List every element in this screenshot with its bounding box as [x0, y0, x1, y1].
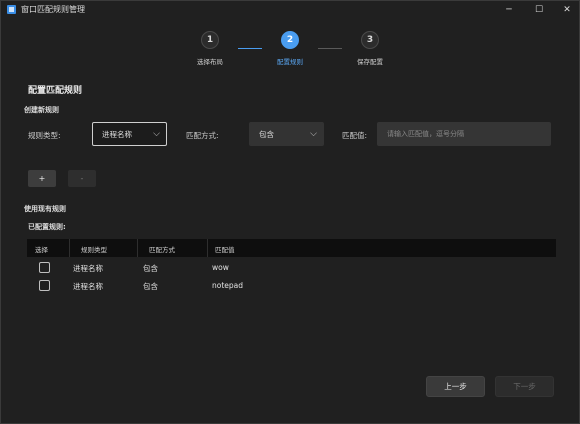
chevron-down-icon: ⌵ — [310, 129, 317, 139]
app-icon — [7, 5, 16, 14]
step-3-indicator: 3 — [361, 31, 379, 49]
match-mode-value: 包含 — [259, 129, 274, 139]
match-mode-select[interactable]: 包含 ⌵ — [249, 122, 324, 146]
column-divider — [207, 239, 208, 257]
column-divider — [137, 239, 138, 257]
column-header-type: 规则类型 — [81, 246, 107, 254]
window-title: 窗口匹配规则管理 — [21, 5, 85, 14]
row-checkbox[interactable] — [39, 262, 50, 273]
configured-rules-heading: 已配置规则: — [28, 223, 66, 231]
app-window: 窗口匹配规则管理 ─ ☐ ✕ 1 2 3 选择布局 配置规则 保存配置 配置匹配… — [0, 0, 580, 424]
table-row[interactable]: 进程名称 包含 wow — [27, 259, 556, 277]
existing-rules-heading: 使用现有规则 — [24, 205, 66, 213]
rule-type-label: 规则类型: — [28, 131, 61, 140]
step-2-indicator: 2 — [281, 31, 299, 49]
cell-rule-type: 进程名称 — [73, 282, 103, 291]
page-title: 配置匹配规则 — [28, 86, 83, 96]
step-2-label: 配置规则 — [277, 58, 303, 66]
step-3-label: 保存配置 — [357, 58, 383, 66]
step-1-indicator: 1 — [201, 31, 219, 49]
rules-table-header: 选择 规则类型 匹配方式 匹配值 — [27, 239, 556, 257]
cell-match-value: wow — [212, 263, 229, 272]
add-rule-button[interactable]: + — [28, 170, 56, 187]
cell-match-value: notepad — [212, 281, 244, 290]
table-row[interactable]: 进程名称 包含 notepad — [27, 277, 556, 295]
column-header-select: 选择 — [35, 246, 48, 254]
cell-match-mode: 包含 — [143, 264, 158, 273]
remove-rule-button[interactable]: - — [68, 170, 96, 187]
close-icon[interactable]: ✕ — [553, 1, 580, 19]
step-connector-1 — [238, 48, 262, 49]
step-1-label: 选择布局 — [197, 58, 223, 66]
title-bar: 窗口匹配规则管理 ─ ☐ ✕ — [1, 1, 579, 19]
cell-match-mode: 包含 — [143, 282, 158, 291]
column-header-mode: 匹配方式 — [149, 246, 175, 254]
minimize-icon[interactable]: ─ — [495, 1, 523, 19]
previous-step-button[interactable]: 上一步 — [426, 376, 485, 397]
step-connector-2 — [318, 48, 342, 49]
chevron-down-icon: ⌵ — [153, 129, 160, 139]
rule-type-value: 进程名称 — [102, 129, 132, 139]
column-header-value: 匹配值 — [215, 246, 235, 254]
maximize-icon[interactable]: ☐ — [525, 1, 553, 19]
match-value-label: 匹配值: — [342, 131, 368, 140]
row-checkbox[interactable] — [39, 280, 50, 291]
next-step-button[interactable]: 下一步 — [495, 376, 554, 397]
cell-rule-type: 进程名称 — [73, 264, 103, 273]
rule-type-select[interactable]: 进程名称 ⌵ — [92, 122, 167, 146]
create-rule-heading: 创建新规则 — [24, 106, 59, 114]
match-value-input[interactable] — [377, 122, 551, 146]
column-divider — [69, 239, 70, 257]
match-mode-label: 匹配方式: — [186, 131, 219, 140]
